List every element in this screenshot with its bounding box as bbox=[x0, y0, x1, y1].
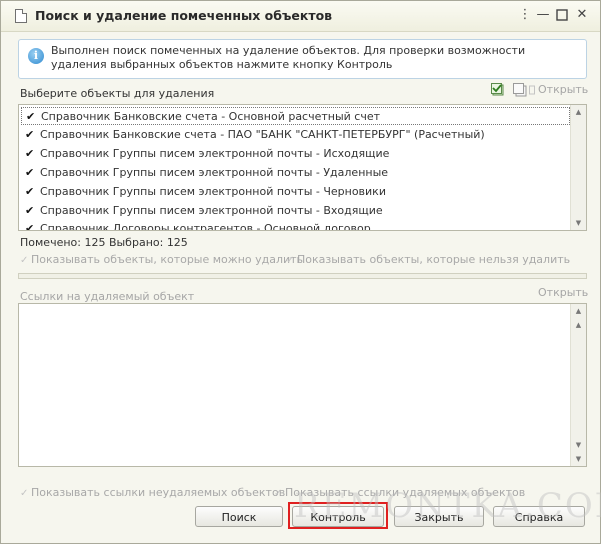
uncheck-all-icon[interactable] bbox=[513, 83, 527, 97]
list-item-label: Справочник Группы писем электронной почт… bbox=[40, 147, 390, 160]
info-icon: i bbox=[28, 48, 44, 64]
list-item-label: Справочник Группы писем электронной почт… bbox=[40, 166, 389, 179]
scroll-down-icon[interactable]: ▼ bbox=[571, 216, 586, 230]
list-item[interactable]: ✔ Справочник Группы писем электронной по… bbox=[21, 183, 569, 201]
checkbox[interactable]: ✔ bbox=[25, 223, 35, 230]
references-open-button[interactable]: Открыть bbox=[538, 286, 588, 299]
watermark: REMONTKA.COM bbox=[294, 486, 601, 526]
window-title: Поиск и удаление помеченных объектов bbox=[35, 8, 333, 23]
list-scrollbar[interactable]: ▲ ▼ bbox=[570, 105, 586, 230]
checkbox[interactable]: ✔ bbox=[25, 167, 35, 178]
info-panel: i Выполнен поиск помеченных на удаление … bbox=[18, 39, 587, 79]
list-item[interactable]: ✔ Справочник Группы писем электронной по… bbox=[21, 202, 569, 220]
objects-list[interactable]: ✔ Справочник Банковские счета - Основной… bbox=[18, 104, 587, 231]
select-objects-label: Выберите объекты для удаления bbox=[20, 87, 215, 100]
minimize-icon[interactable]: — bbox=[535, 7, 551, 23]
references-list[interactable]: ▲ ▲ ▼ ▼ bbox=[18, 303, 587, 467]
checkbox[interactable]: ✔ bbox=[25, 148, 35, 159]
show-non-deletable-checkbox[interactable]: ✓ Показывать объекты, которые нельзя удал… bbox=[286, 253, 570, 267]
info-text: Выполнен поиск помеченных на удаление об… bbox=[51, 44, 526, 71]
references-scrollbar[interactable]: ▲ ▲ ▼ ▼ bbox=[570, 304, 586, 466]
show-deletable-label: Показывать объекты, которые можно удалит… bbox=[31, 253, 304, 266]
scroll-up-icon[interactable]: ▲ bbox=[571, 105, 586, 119]
checkbox[interactable]: ✔ bbox=[25, 129, 35, 140]
counts-text: Помечено: 125 Выбрано: 125 bbox=[20, 236, 188, 249]
checkmark-icon: ✓ bbox=[274, 488, 283, 499]
title-bar: Поиск и удаление помеченных объектов ⋮ —… bbox=[1, 1, 600, 32]
checkmark-icon: ✓ bbox=[20, 488, 29, 499]
list-item[interactable]: ✔ Справочник Банковские счета - ПАО "БАН… bbox=[21, 126, 569, 144]
checkmark-icon: ✓ bbox=[20, 255, 29, 266]
dialog-window: Поиск и удаление помеченных объектов ⋮ —… bbox=[0, 0, 601, 544]
close-icon[interactable]: ✕ bbox=[574, 7, 590, 23]
list-item[interactable]: ✔ Справочник Группы писем электронной по… bbox=[21, 164, 569, 182]
list-item[interactable]: ✔ Справочник Группы писем электронной по… bbox=[21, 145, 569, 163]
search-button[interactable]: Поиск bbox=[195, 506, 283, 527]
splitter[interactable] bbox=[18, 273, 587, 279]
show-refs-non-deletable-checkbox[interactable]: ✓ Показывать ссылки неудаляемых объектов bbox=[20, 486, 285, 500]
open-icon bbox=[529, 85, 535, 95]
more-icon[interactable]: ⋮ bbox=[517, 7, 533, 23]
document-icon bbox=[15, 9, 27, 23]
list-item-label: Справочник Группы писем электронной почт… bbox=[40, 204, 383, 217]
checkbox[interactable]: ✔ bbox=[25, 186, 35, 197]
open-button[interactable]: Открыть bbox=[538, 83, 588, 96]
scroll-down-icon[interactable]: ▼ bbox=[571, 452, 586, 466]
show-non-deletable-label: Показывать объекты, которые нельзя удали… bbox=[297, 253, 571, 266]
maximize-icon[interactable] bbox=[554, 7, 570, 23]
list-item[interactable]: ✔ Справочник Договоры контрагентов - Осн… bbox=[21, 220, 569, 231]
checkbox[interactable]: ✔ bbox=[25, 205, 35, 216]
checkbox[interactable]: ✔ bbox=[26, 111, 36, 122]
list-item-label: Справочник Банковские счета - Основной р… bbox=[41, 110, 381, 123]
scroll-up-icon[interactable]: ▲ bbox=[571, 318, 586, 332]
list-item-label: Справочник Группы писем электронной почт… bbox=[40, 185, 386, 198]
show-deletable-checkbox[interactable]: ✓ Показывать объекты, которые можно удали… bbox=[20, 253, 303, 267]
scroll-up-icon[interactable]: ▲ bbox=[571, 304, 586, 318]
list-item-label: Справочник Банковские счета - ПАО "БАНК … bbox=[40, 128, 485, 141]
list-item-label: Справочник Договоры контрагентов - Основ… bbox=[40, 222, 371, 231]
show-refs-non-deletable-label: Показывать ссылки неудаляемых объектов bbox=[31, 486, 286, 499]
references-label: Ссылки на удаляемый объект bbox=[20, 290, 195, 303]
list-item[interactable]: ✔ Справочник Банковские счета - Основной… bbox=[21, 107, 570, 125]
check-all-icon[interactable] bbox=[491, 83, 505, 97]
checkmark-icon: ✓ bbox=[286, 255, 295, 266]
scroll-down-icon[interactable]: ▼ bbox=[571, 438, 586, 452]
